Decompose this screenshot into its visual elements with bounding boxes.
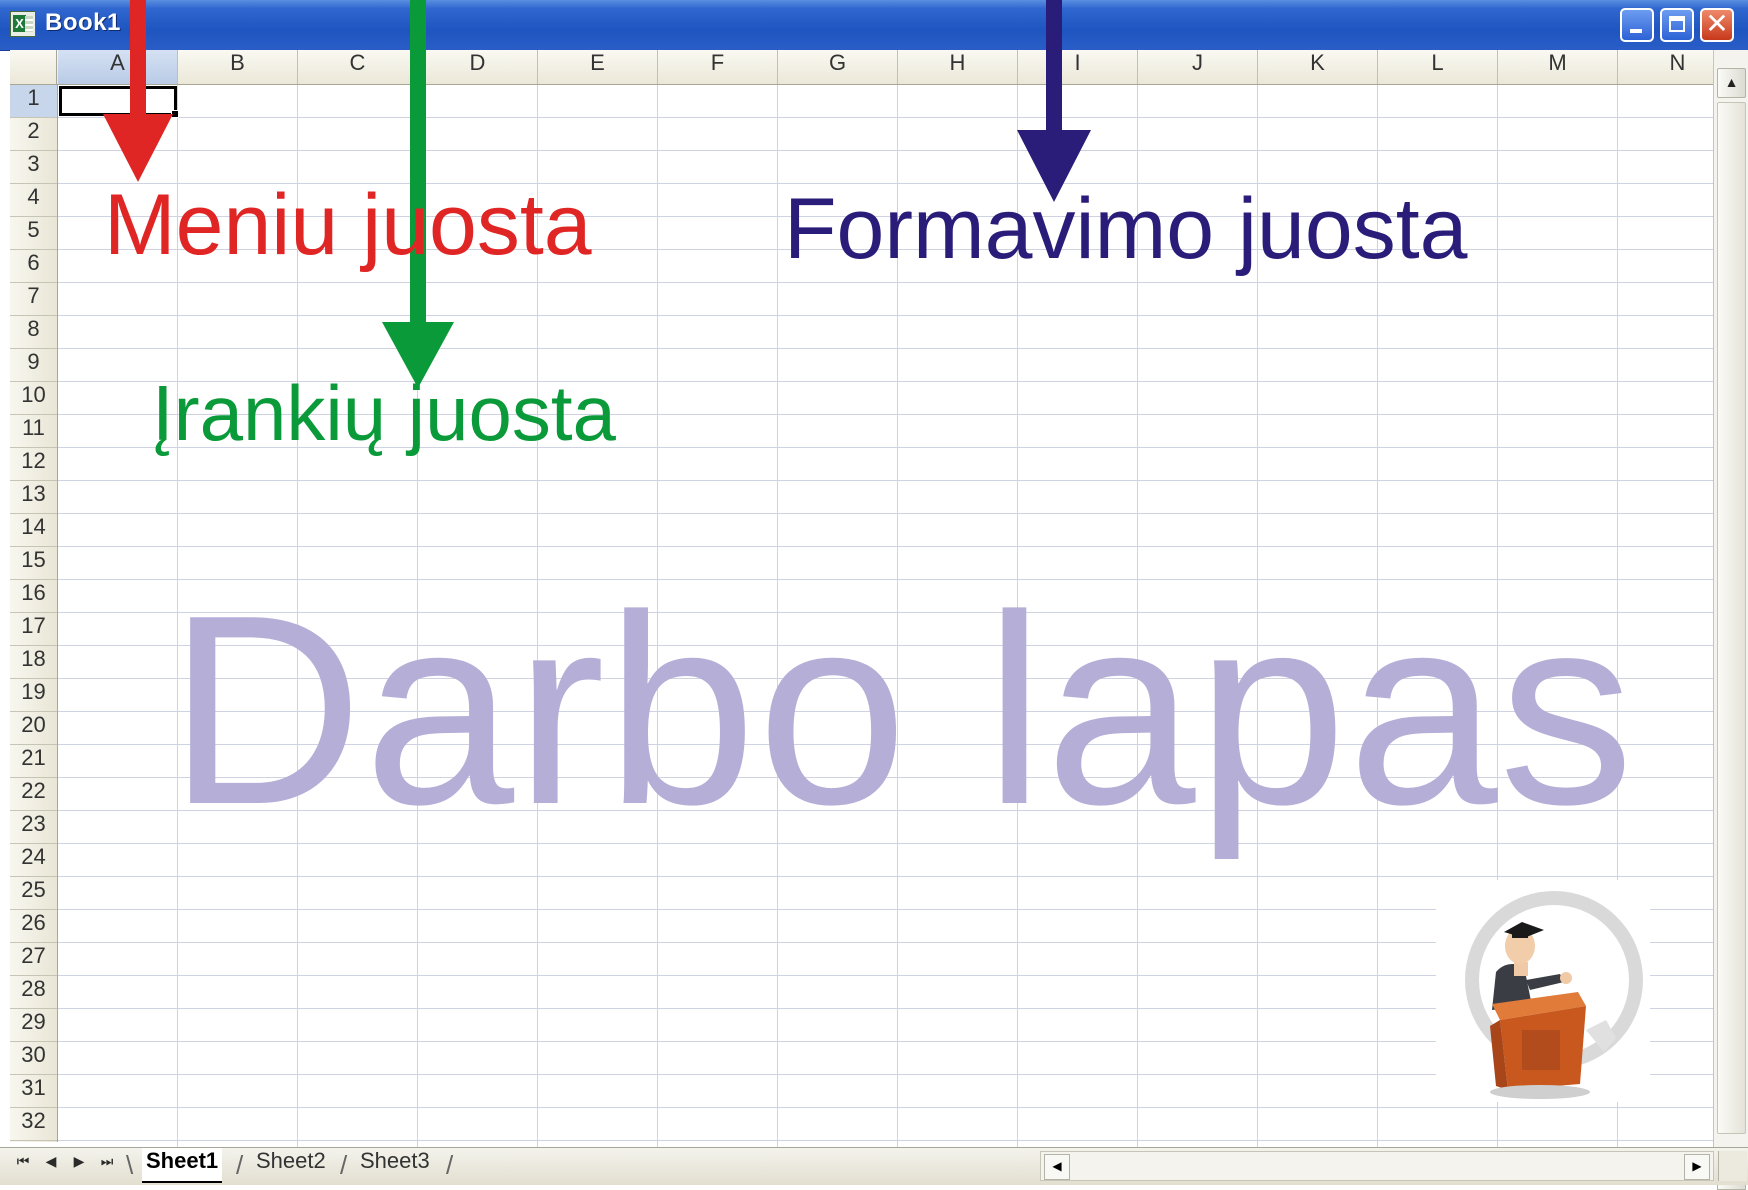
row-header-14[interactable]: 14 (10, 514, 57, 547)
select-all-button[interactable] (10, 50, 57, 84)
row-header-8[interactable]: 8 (10, 316, 57, 349)
row-header-5[interactable]: 5 (10, 217, 57, 250)
title-bar: X Book1 ✕ (0, 0, 1748, 51)
column-header-b[interactable]: B (178, 50, 298, 84)
row-header-21[interactable]: 21 (10, 745, 57, 778)
row-header-9[interactable]: 9 (10, 349, 57, 382)
tab-separator: / (236, 1150, 244, 1180)
maximize-button[interactable] (1660, 8, 1694, 42)
prev-sheet-icon[interactable]: ◀ (40, 1154, 62, 1178)
column-header-c[interactable]: C (298, 50, 418, 84)
column-header-d[interactable]: D (418, 50, 538, 84)
row-header-19[interactable]: 19 (10, 679, 57, 712)
row-header-20[interactable]: 20 (10, 712, 57, 745)
row-header-23[interactable]: 23 (10, 811, 57, 844)
tab-separator: \ (126, 1150, 134, 1180)
tab-sheet1[interactable]: Sheet1 (142, 1148, 223, 1183)
row-header-17[interactable]: 17 (10, 613, 57, 646)
row-header-12[interactable]: 12 (10, 448, 57, 481)
row-header-27[interactable]: 27 (10, 943, 57, 976)
horizontal-scrollbar[interactable]: ◀ ▶ (1040, 1151, 1714, 1181)
minimize-button[interactable] (1620, 8, 1654, 42)
row-header-1[interactable]: 1 (10, 85, 57, 118)
next-sheet-icon[interactable]: ▶ (68, 1154, 90, 1178)
scroll-up-icon[interactable]: ▲ (1717, 68, 1746, 98)
column-header-m[interactable]: M (1498, 50, 1618, 84)
row-header-32[interactable]: 32 (10, 1108, 57, 1141)
worksheet-label: Darbo lapas (168, 560, 1635, 861)
row-header-2[interactable]: 2 (10, 118, 57, 151)
row-header-4[interactable]: 4 (10, 184, 57, 217)
row-header-15[interactable]: 15 (10, 547, 57, 580)
column-header-g[interactable]: G (778, 50, 898, 84)
tab-sheet2[interactable]: Sheet2 (252, 1148, 330, 1181)
fill-handle[interactable] (171, 110, 179, 118)
column-header-j[interactable]: J (1138, 50, 1258, 84)
column-header-e[interactable]: E (538, 50, 658, 84)
last-sheet-icon[interactable]: ⏭ (96, 1154, 118, 1178)
column-header-l[interactable]: L (1378, 50, 1498, 84)
row-header-30[interactable]: 30 (10, 1042, 57, 1075)
row-header-25[interactable]: 25 (10, 877, 57, 910)
menu-bar-label: Meniu juosta (104, 177, 592, 273)
row-header-18[interactable]: 18 (10, 646, 57, 679)
vertical-scrollbar[interactable]: ▲ ▼ (1713, 50, 1748, 1190)
first-sheet-icon[interactable]: ⏮ (12, 1154, 34, 1178)
tab-separator: / (446, 1150, 454, 1180)
scroll-right-icon[interactable]: ▶ (1684, 1154, 1710, 1180)
toolbar-label: Įrankių juosta (152, 369, 616, 457)
vertical-scroll-thumb[interactable] (1717, 102, 1746, 1134)
column-header-f[interactable]: F (658, 50, 778, 84)
row-header-29[interactable]: 29 (10, 1009, 57, 1042)
maximize-icon (1669, 16, 1685, 32)
column-header-k[interactable]: K (1258, 50, 1378, 84)
row-header-6[interactable]: 6 (10, 250, 57, 283)
close-button[interactable]: ✕ (1700, 8, 1734, 42)
excel-icon[interactable]: X (10, 11, 36, 37)
row-header-31[interactable]: 31 (10, 1075, 57, 1108)
column-header-a[interactable]: A (58, 50, 178, 84)
row-header-10[interactable]: 10 (10, 382, 57, 415)
scroll-left-icon[interactable]: ◀ (1044, 1154, 1070, 1180)
column-header-bar: ABCDEFGHIJKLMN (10, 50, 1738, 85)
row-header-3[interactable]: 3 (10, 151, 57, 184)
row-header-bar: 1 2 3 4 5 6 7 8 9 10 11 12 13 14 15 16 17 18 19 20 21 22 23 24 2… (10, 85, 58, 1142)
formatting-bar-label: Formavimo juosta (784, 181, 1468, 277)
row-header-26[interactable]: 26 (10, 910, 57, 943)
tab-sheet3[interactable]: Sheet3 (356, 1148, 434, 1181)
row-header-7[interactable]: 7 (10, 283, 57, 316)
close-icon: ✕ (1705, 7, 1729, 40)
window-title: Book1 (45, 9, 121, 36)
column-header-i[interactable]: I (1018, 50, 1138, 84)
row-header-16[interactable]: 16 (10, 580, 57, 613)
column-header-h[interactable]: H (898, 50, 1018, 84)
row-header-11[interactable]: 11 (10, 415, 57, 448)
professor-podium-illustration (1436, 880, 1650, 1102)
active-cell-cursor[interactable] (59, 86, 179, 118)
resize-grip[interactable] (1718, 1151, 1747, 1181)
row-header-28[interactable]: 28 (10, 976, 57, 1009)
minimize-icon (1630, 29, 1642, 33)
row-header-13[interactable]: 13 (10, 481, 57, 514)
row-header-24[interactable]: 24 (10, 844, 57, 877)
row-header-22[interactable]: 22 (10, 778, 57, 811)
tab-separator: / (340, 1150, 348, 1180)
sheet-tab-bar: ⏮ ◀ ▶ ⏭ \ Sheet1 / Sheet2 / Sheet3 / ◀ ▶ (0, 1147, 1748, 1185)
